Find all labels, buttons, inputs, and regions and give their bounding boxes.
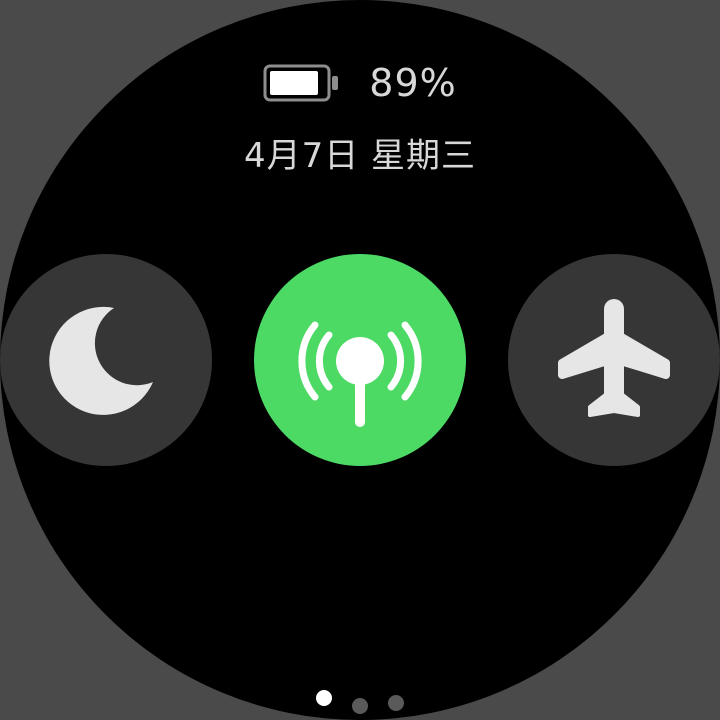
airplane-mode-toggle[interactable] bbox=[508, 254, 720, 466]
do-not-disturb-toggle[interactable] bbox=[0, 254, 212, 466]
page-indicator bbox=[0, 690, 720, 714]
watch-screen: 89% 4月7日 星期三 bbox=[0, 0, 720, 720]
watch-face: 89% 4月7日 星期三 bbox=[0, 0, 720, 720]
status-bar: 89% bbox=[0, 56, 720, 110]
cellular-signal-toggle[interactable] bbox=[254, 254, 466, 466]
date-label: 4月7日 星期三 bbox=[243, 136, 477, 176]
page-dot-1[interactable] bbox=[316, 690, 332, 706]
moon-icon bbox=[49, 306, 153, 415]
battery-percentage: 89% bbox=[369, 61, 457, 105]
antenna-icon bbox=[298, 321, 422, 427]
airplane-icon bbox=[558, 299, 670, 417]
page-dot-3[interactable] bbox=[388, 695, 404, 711]
battery-level-fill bbox=[270, 71, 319, 95]
page-dot-2[interactable] bbox=[352, 698, 368, 714]
battery-icon bbox=[263, 64, 339, 102]
